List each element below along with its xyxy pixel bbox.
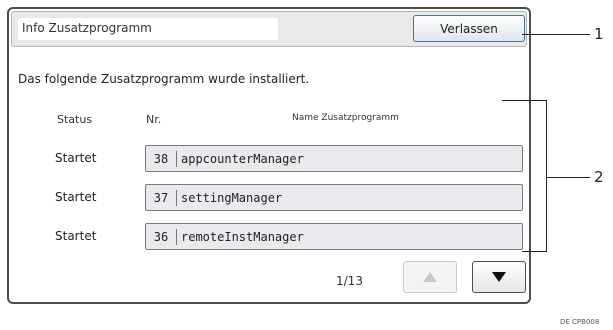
callout-2-bracket-top bbox=[502, 100, 546, 101]
row-program-name: settingManager bbox=[181, 190, 283, 205]
page-indicator: 1/13 bbox=[336, 274, 363, 288]
callout-1-label: 1 bbox=[594, 25, 604, 43]
callout-2-bracket-bottom bbox=[522, 251, 547, 252]
triangle-down-icon bbox=[492, 272, 506, 282]
table-row[interactable]: 36 remoteInstManager bbox=[145, 223, 523, 250]
row-program-name: remoteInstManager bbox=[181, 229, 304, 244]
row-separator bbox=[176, 150, 177, 167]
dialog-title: Info Zusatzprogramm bbox=[22, 21, 152, 35]
header-status: Status bbox=[57, 113, 93, 126]
callout-2-leader bbox=[546, 177, 590, 178]
title-bar: Info Zusatzprogramm Verlassen bbox=[11, 11, 527, 47]
row-number: 37 bbox=[153, 190, 169, 205]
row-number: 38 bbox=[153, 151, 169, 166]
row-status: Startet bbox=[55, 190, 97, 204]
table-row[interactable]: 37 settingManager bbox=[145, 184, 523, 211]
exit-button[interactable]: Verlassen bbox=[413, 15, 525, 42]
table-header: Status Nr. Name Zusatzprogramm bbox=[9, 113, 529, 133]
callout-2-label: 2 bbox=[594, 168, 604, 186]
triangle-up-icon bbox=[423, 272, 437, 282]
row-program-name: appcounterManager bbox=[181, 151, 304, 166]
row-separator bbox=[176, 189, 177, 206]
table-row[interactable]: 38 appcounterManager bbox=[145, 145, 523, 172]
callout-2-bracket-side bbox=[546, 100, 547, 252]
application-info-dialog: Info Zusatzprogramm Verlassen Das folgen… bbox=[7, 7, 531, 304]
figure-code: DE CPB008 bbox=[560, 318, 600, 326]
page-down-button[interactable] bbox=[472, 261, 526, 293]
header-program-name: Name Zusatzprogramm bbox=[292, 113, 399, 123]
row-status: Startet bbox=[55, 151, 97, 165]
row-separator bbox=[176, 228, 177, 245]
callout-1-leader bbox=[522, 34, 590, 35]
row-number: 36 bbox=[153, 229, 169, 244]
header-number: Nr. bbox=[146, 113, 162, 126]
page-up-button[interactable] bbox=[403, 261, 457, 293]
install-message: Das folgende Zusatzprogramm wurde instal… bbox=[18, 72, 310, 86]
row-status: Startet bbox=[55, 229, 97, 243]
